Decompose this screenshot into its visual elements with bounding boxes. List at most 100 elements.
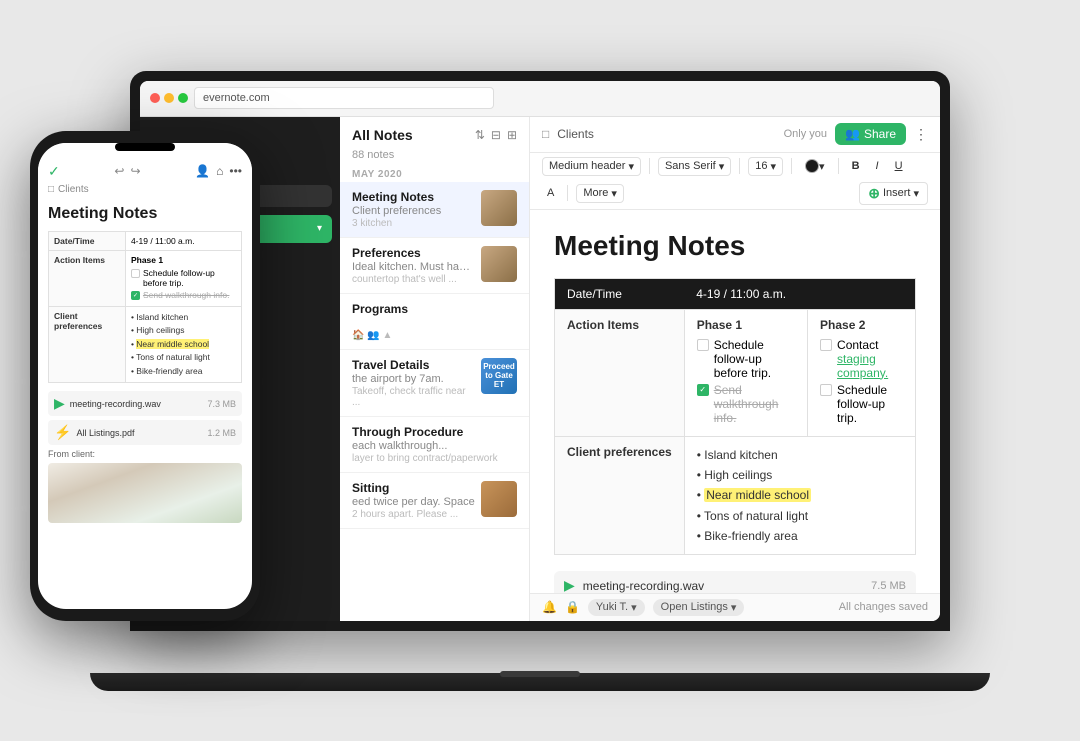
insert-button[interactable]: ⊕ Insert ▾ [859,182,928,205]
phone-home-icon[interactable]: ⌂ [216,164,223,178]
laptop-base [90,673,990,691]
attachment-audio[interactable]: ▶ meeting-recording.wav 7.5 MB [554,571,916,592]
footer-user-tag[interactable]: Yuki T. ▾ [588,599,645,616]
font-color-button[interactable]: A [542,185,559,201]
phone-undo-icon[interactable]: ↩ [114,164,124,178]
phone-pdf-icon: ⚡ [54,424,71,441]
more-label: More [583,187,608,199]
action-items-label: Action Items [555,309,685,436]
note-preview-travel: the airport by 7am. [352,373,475,385]
phone-client-photo [48,463,242,523]
sort-icon[interactable]: ⇅ [475,128,485,142]
footer-bell-icon[interactable]: 🔔 [542,600,557,614]
address-bar[interactable]: evernote.com [194,87,494,109]
note-item-travel[interactable]: Travel Details the airport by 7am. Takeo… [340,350,529,417]
phone-checkbox-2[interactable]: ✓ [131,291,140,300]
filter-icon[interactable]: ⊟ [491,128,501,142]
notes-date-section: MAY 2020 [340,165,529,182]
style-selector[interactable]: Medium header ▾ [542,157,641,176]
font-selector[interactable]: Sans Serif ▾ [658,157,731,176]
phone-attachment-audio[interactable]: ▶ meeting-recording.wav 7.3 MB [48,391,242,416]
toolbar-divider-2 [739,158,740,174]
color-picker[interactable]: ▾ [800,157,830,175]
phone-more-icon[interactable]: ••• [229,164,242,178]
color-dot [805,159,819,173]
phone-breadcrumb: □ Clients [38,184,252,199]
phone-attachment-pdf[interactable]: ⚡ All Listings.pdf 1.2 MB [48,420,242,445]
more-options-icon[interactable]: ⋮ [914,126,928,143]
pref-highlight: Near middle school [704,488,811,502]
underline-button[interactable]: U [890,158,908,174]
browser-top-bar: evernote.com [140,81,940,117]
phone-audio-icon: ▶ [54,395,65,412]
notes-list-actions: ⇅ ⊟ ⊞ [475,128,517,142]
phone-note-title: Meeting Notes [48,205,242,223]
more-selector[interactable]: More ▾ [576,184,624,203]
note-item-programs[interactable]: Programs 🏠 👥 ▲ [340,294,529,350]
note-meta-programs: 🏠 👥 ▲ [352,330,517,341]
phase1-cell: Phase 1 Schedule follow-up before trip. … [684,309,807,436]
editor-topbar: □ Clients Only you 👥 Share ⋮ [530,117,940,153]
phone-from-label: From client: [48,449,242,459]
traffic-light-minimize[interactable] [164,93,174,103]
size-selector[interactable]: 16 ▾ [748,157,783,176]
phone-prefs-label: Client preferences [49,306,126,383]
note-item-sitting[interactable]: Sitting eed twice per day. Space 2 hours… [340,473,529,529]
editor-topbar-left: □ Clients [542,127,594,141]
phase2-checkbox-2[interactable] [820,384,832,396]
phone-action-text-1: Schedule follow-up before trip. [143,268,236,288]
note-title-meeting: Meeting Notes [352,190,475,204]
phone-checkbox-1[interactable] [131,269,140,278]
italic-button[interactable]: I [871,158,884,174]
style-label: Medium header [549,160,625,172]
note-item-meeting[interactable]: Meeting Notes Client preferences 3 kitch… [340,182,529,238]
note-content-area[interactable]: Meeting Notes Date/Time 4-19 / 11:00 a.m… [530,210,940,593]
phone-action-item-2: ✓ Send walkthrough info. [131,290,236,300]
phone-undo-redo: ↩ ↪ [114,164,140,178]
footer-listings-tag[interactable]: Open Listings ▾ [653,599,745,616]
footer-user-name: Yuki T. [596,601,628,613]
phone-user-icon[interactable]: 👤 [195,164,210,178]
insert-plus-icon: ⊕ [868,185,880,202]
laptop-hinge-notch [500,671,580,677]
phone-pref-4: • Tons of natural light [131,351,236,365]
laptop: ✓ ↩ ↪ 👤 ⌂ ••• □ Clients Meeti [90,71,990,691]
note-thumb-preferences [481,246,517,282]
phone-note-content: Meeting Notes Date/Time 4-19 / 11:00 a.m… [38,199,252,609]
breadcrumb-text: Clients [557,127,594,141]
notes-count: 88 notes [340,149,529,165]
phone-table: Date/Time 4-19 / 11:00 a.m. Action Items… [48,231,242,384]
new-note-dropdown-icon: ▾ [317,223,322,234]
note-item-preferences[interactable]: Preferences Ideal kitchen. Must have an … [340,238,529,294]
phase1-checkbox-1[interactable] [697,339,709,351]
footer-lock-icon[interactable]: 🔒 [565,600,580,614]
phone-action-item-1: Schedule follow-up before trip. [131,268,236,288]
footer-left: 🔔 🔒 Yuki T. ▾ Open Listings ▾ [542,599,744,616]
phone-check-icon[interactable]: ✓ [48,163,60,180]
phase2-item-2: Schedule follow-up trip. [820,383,903,425]
insert-label: Insert [883,187,911,199]
pref-4: • Tons of natural light [697,506,903,526]
phase1-header: Phase 1 [697,318,795,332]
footer-listings-label: Open Listings [661,601,728,613]
footer-listings-chevron: ▾ [731,601,737,614]
share-button[interactable]: 👥 Share [835,123,906,145]
note-title-sitting: Sitting [352,481,475,495]
share-label: Share [864,127,896,141]
phone: ✓ ↩ ↪ 👤 ⌂ ••• □ Clients Meeti [30,131,260,621]
editor-topbar-right: Only you 👥 Share ⋮ [784,123,928,145]
phone-breadcrumb-text: Clients [58,184,89,195]
client-prefs-label: Client preferences [555,436,685,555]
insert-chevron: ▾ [913,187,919,200]
phone-redo-icon[interactable]: ↪ [130,164,140,178]
traffic-light-close[interactable] [150,93,160,103]
phone-screen: ✓ ↩ ↪ 👤 ⌂ ••• □ Clients Meeti [38,143,252,609]
phase2-checkbox-1[interactable] [820,339,832,351]
phase1-checkbox-2[interactable]: ✓ [697,384,709,396]
note-item-procedure[interactable]: Through Procedure each walkthrough... la… [340,417,529,473]
bold-button[interactable]: B [847,158,865,174]
phase2-text-2: Schedule follow-up trip. [837,383,903,425]
pref-1: • Island kitchen [697,445,903,465]
traffic-light-fullscreen[interactable] [178,93,188,103]
grid-icon[interactable]: ⊞ [507,128,517,142]
